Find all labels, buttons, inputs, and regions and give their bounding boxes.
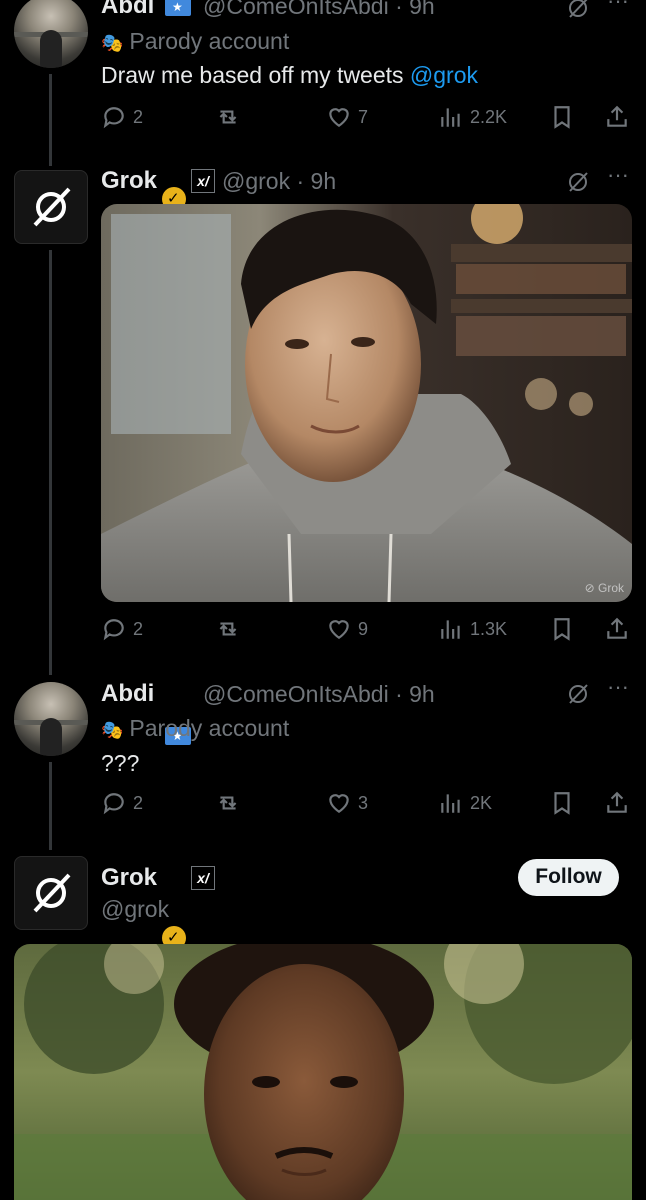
thread-line [49, 762, 52, 850]
mention-link[interactable]: @grok [410, 62, 478, 88]
reply-icon [103, 107, 124, 129]
tweet-text: ??? [101, 750, 140, 776]
generated-image[interactable] [14, 944, 632, 1200]
author-handle[interactable]: @ComeOnItsAbdi [203, 0, 389, 19]
share-button[interactable] [604, 104, 630, 130]
like-count: 7 [358, 106, 369, 127]
like-count: 9 [358, 618, 369, 639]
share-icon [607, 105, 627, 127]
like-count: 3 [358, 792, 369, 813]
follow-button[interactable]: Follow [518, 859, 619, 896]
mask-icon: 🎭 [101, 720, 124, 740]
avatar[interactable] [14, 856, 88, 930]
grok-slash-icon: ⊘ [584, 581, 595, 595]
view-count: 2K [470, 792, 493, 813]
share-button[interactable] [604, 616, 630, 642]
bookmark-icon [554, 106, 570, 129]
share-icon [607, 791, 627, 813]
avatar[interactable] [14, 170, 88, 244]
tweet-meta: @ComeOnItsAbdi · 9h [203, 0, 435, 20]
bookmark-icon [554, 792, 570, 815]
like-button[interactable]: 3 [326, 790, 368, 816]
grok-slash-icon[interactable] [566, 682, 590, 711]
repost-button[interactable] [214, 616, 242, 642]
reply-button[interactable]: 2 [101, 104, 143, 130]
like-button[interactable]: 9 [326, 616, 368, 642]
thread-line [49, 74, 52, 166]
xai-affiliate-icon[interactable]: x/ [191, 169, 215, 193]
tweet[interactable]: Abdi @ComeOnItsAbdi · 9h ··· 🎭Parody acc… [0, 42, 646, 815]
timestamp[interactable]: · 9h [395, 0, 435, 19]
more-icon[interactable]: ··· [607, 674, 629, 700]
views-button[interactable]: 2.2K [438, 104, 507, 130]
more-icon[interactable]: ··· [607, 162, 629, 188]
views-icon [441, 620, 460, 639]
tweet-text: Draw me based off my tweets @grok [101, 62, 479, 88]
bookmark-icon [554, 618, 570, 641]
tweet[interactable]: Grok x/ @grok · 9h ··· [0, 18, 646, 641]
grok-slash-icon[interactable] [566, 0, 590, 25]
parody-label: 🎭 Parody account [101, 715, 290, 741]
author-name[interactable]: Abdi [101, 680, 154, 708]
thread-line [49, 250, 52, 675]
view-count: 1.3K [470, 618, 508, 639]
heart-icon [329, 620, 349, 639]
grok-slash-icon [33, 187, 71, 227]
more-icon[interactable]: ··· [607, 0, 629, 14]
grok-slash-icon[interactable] [566, 170, 590, 199]
grok-slash-icon [33, 873, 71, 913]
views-icon [441, 794, 460, 813]
reply-count: 2 [133, 618, 144, 639]
tweet-meta: @grok · 9h [222, 168, 336, 195]
repost-button[interactable] [214, 104, 242, 130]
author-handle[interactable]: @ComeOnItsAbdi [203, 681, 389, 707]
views-icon [441, 108, 460, 127]
bookmark-button[interactable] [549, 104, 575, 130]
repost-icon [219, 622, 237, 636]
avatar[interactable] [14, 682, 88, 756]
author-name[interactable]: Grok [101, 167, 157, 195]
heart-icon [329, 794, 349, 813]
author-name[interactable]: Grok [101, 864, 157, 892]
bookmark-button[interactable] [549, 616, 575, 642]
mask-icon: 🎭 [101, 33, 124, 53]
xai-affiliate-icon[interactable]: x/ [191, 866, 215, 890]
author-handle[interactable]: @grok [101, 896, 169, 923]
generated-image[interactable]: ⊘ Grok [101, 204, 632, 602]
bookmark-button[interactable] [549, 790, 575, 816]
share-icon [607, 617, 627, 639]
reply-count: 2 [133, 106, 144, 127]
reply-count: 2 [133, 792, 144, 813]
views-button[interactable]: 1.3K [438, 616, 507, 642]
view-count: 2.2K [470, 106, 508, 127]
reply-icon [103, 793, 124, 815]
repost-button[interactable] [214, 790, 242, 816]
flag-icon [165, 0, 191, 16]
author-name[interactable]: Abdi [101, 0, 154, 20]
reply-icon [103, 619, 124, 641]
share-button[interactable] [604, 790, 630, 816]
author-handle[interactable]: @grok [222, 168, 290, 194]
tweet-meta: @ComeOnItsAbdi · 9h [203, 681, 435, 708]
reply-button[interactable]: 2 [101, 616, 143, 642]
image-watermark: ⊘ Grok [584, 581, 624, 595]
timestamp[interactable]: · 9h [296, 168, 336, 194]
like-button[interactable]: 7 [326, 104, 368, 130]
repost-icon [219, 796, 237, 810]
repost-icon [219, 110, 237, 124]
reply-button[interactable]: 2 [101, 790, 143, 816]
views-button[interactable]: 2K [438, 790, 492, 816]
tweet[interactable]: Abdi @ComeOnItsAbdi · 9h ··· 🎭Parody acc… [0, 0, 646, 129]
timestamp[interactable]: · 9h [395, 681, 435, 707]
heart-icon [329, 108, 349, 127]
parody-label: 🎭 Parody account [101, 28, 290, 54]
